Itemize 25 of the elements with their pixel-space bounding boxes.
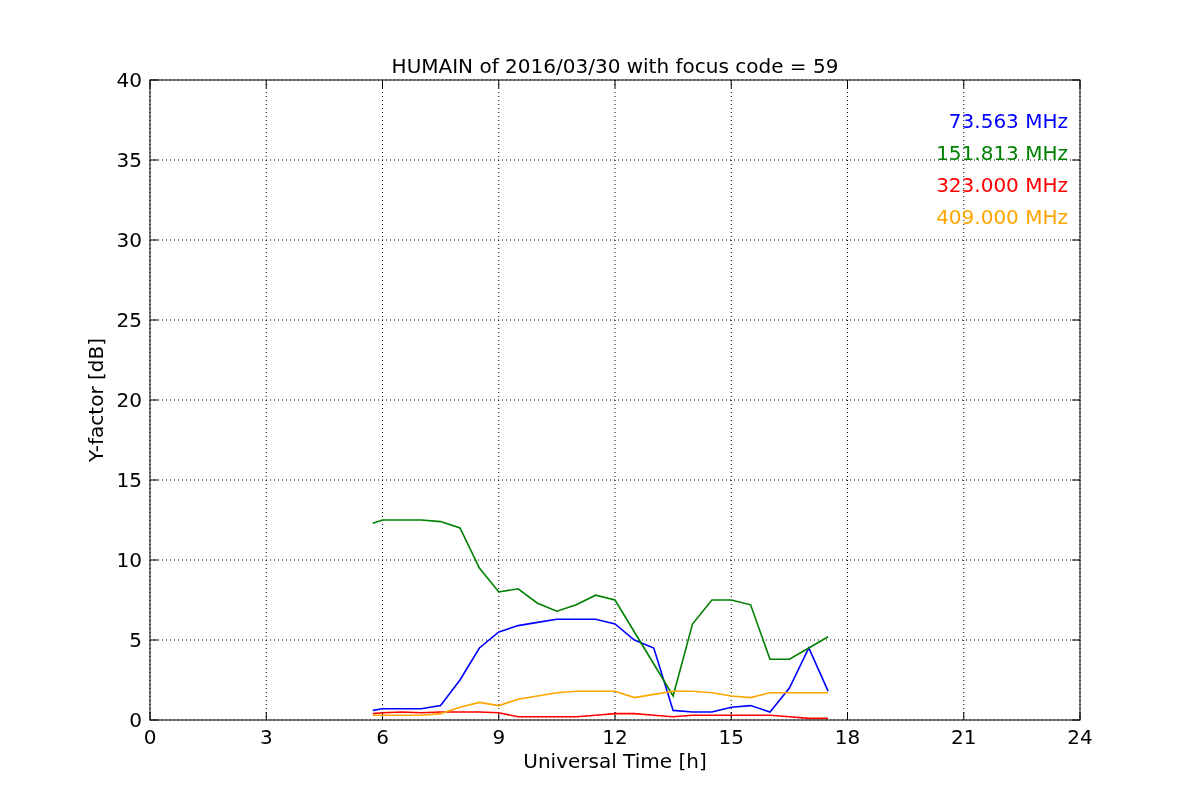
axis-label: Universal Time [h] — [523, 749, 707, 773]
tick-label: 0 — [129, 708, 142, 732]
legend-label: 409.000 MHz — [936, 205, 1068, 229]
tick-label: 10 — [116, 548, 142, 572]
tick-label: 18 — [834, 725, 861, 749]
tick-label: 12 — [602, 725, 628, 749]
legend-label: 323.000 MHz — [936, 173, 1068, 197]
tick-label: 40 — [116, 68, 142, 92]
tick-label: 9 — [492, 725, 506, 749]
tick-label: 15 — [116, 468, 142, 492]
tick-label: 15 — [718, 725, 744, 749]
tick-label: 25 — [116, 308, 142, 332]
tick-label: 6 — [376, 725, 389, 749]
legend-label: 151.813 MHz — [936, 141, 1068, 165]
tick-label: 24 — [1067, 725, 1093, 749]
tick-label: 30 — [116, 228, 142, 252]
tick-label: 20 — [116, 388, 142, 412]
tick-label: 3 — [259, 725, 273, 749]
tick-label: 5 — [129, 628, 142, 652]
axis-label: Y-factor [dB] — [84, 338, 108, 462]
chart-title: HUMAIN of 2016/03/30 with focus code = 59 — [391, 54, 839, 78]
tick-label: 21 — [951, 725, 977, 749]
legend-label: 73.563 MHz — [948, 109, 1068, 133]
tick-label: 35 — [116, 148, 142, 172]
tick-label: 0 — [143, 725, 157, 749]
